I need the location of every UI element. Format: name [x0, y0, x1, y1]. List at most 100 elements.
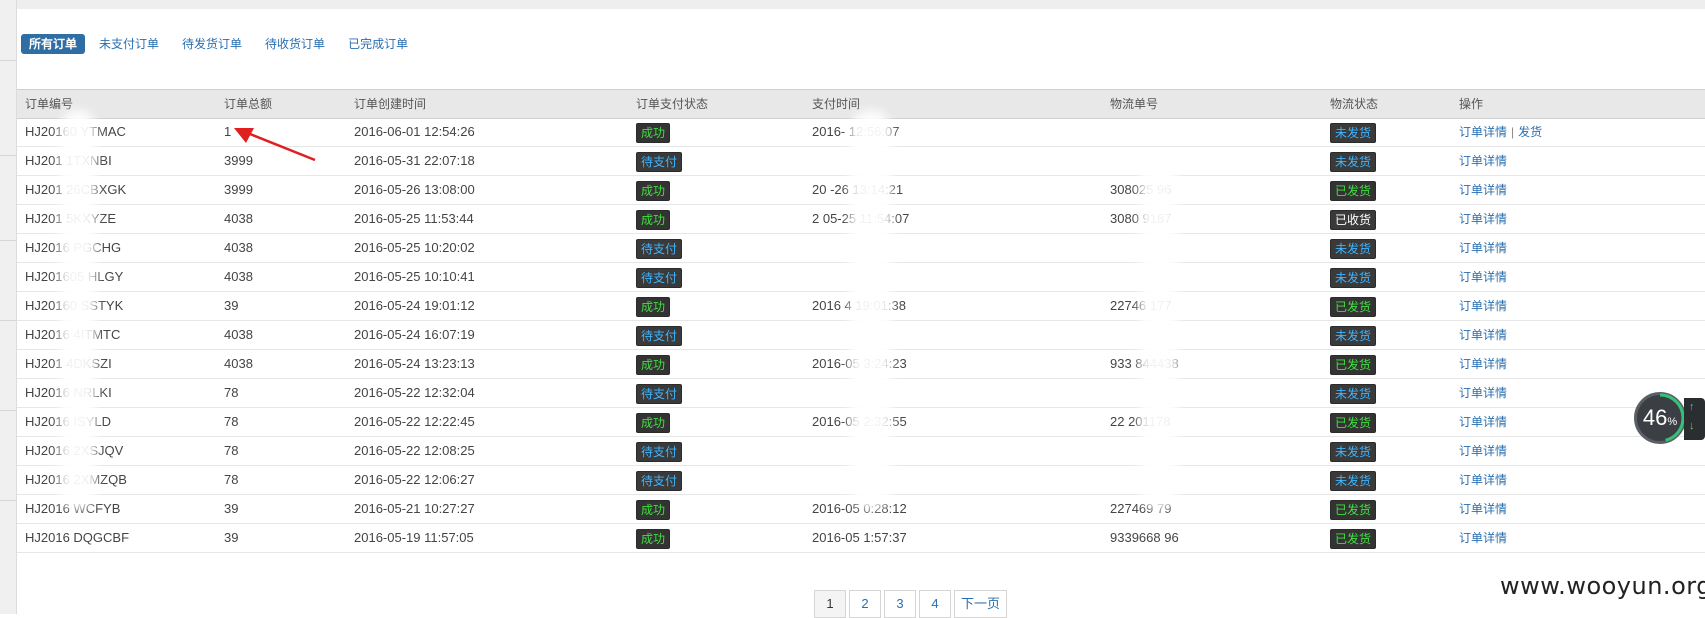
- ship-status-badge: 未发货: [1330, 267, 1377, 288]
- speed-meter-widget[interactable]: 46%: [1634, 392, 1686, 444]
- row-actions: 订单详情: [1459, 379, 1507, 407]
- network-side-panel[interactable]: ↑ ↓: [1684, 398, 1705, 440]
- pay-status-badge: 成功: [636, 296, 671, 317]
- order-detail-link[interactable]: 订单详情: [1459, 415, 1507, 429]
- upload-arrow-icon: ↑: [1689, 401, 1695, 413]
- ship-status-badge: 未发货: [1330, 383, 1377, 404]
- ship-status-badge: 已收货: [1330, 209, 1377, 230]
- ship-status-cell: 未发货: [1330, 147, 1377, 175]
- order-detail-link[interactable]: 订单详情: [1459, 531, 1507, 545]
- pay-status-badge: 成功: [636, 180, 671, 201]
- pay-status-cell: 成功: [636, 408, 671, 436]
- arrow-shaft: [239, 128, 316, 162]
- ship-status-badge: 未发货: [1330, 122, 1377, 143]
- order-detail-link[interactable]: 订单详情: [1459, 241, 1507, 255]
- col-created-time: 订单创建时间: [354, 97, 427, 111]
- order-detail-link[interactable]: 订单详情: [1459, 125, 1507, 139]
- top-strip: [17, 0, 1705, 9]
- ship-order-link[interactable]: 发货: [1518, 125, 1542, 139]
- order-amount: 78: [224, 385, 239, 400]
- created-time: 2016-05-22 12:32:04: [354, 385, 475, 400]
- order-detail-link[interactable]: 订单详情: [1459, 212, 1507, 226]
- pay-status-cell: 成功: [636, 118, 671, 146]
- created-time: 2016-05-24 16:07:19: [354, 327, 475, 342]
- ship-status-cell: 已发货: [1330, 176, 1377, 204]
- rail-divider: [0, 320, 16, 321]
- order-amount: 39: [224, 298, 239, 313]
- row-actions: 订单详情: [1459, 350, 1507, 378]
- ship-status-cell: 已收货: [1330, 205, 1377, 233]
- order-amount: 4038: [224, 240, 253, 255]
- progress-ring-arc: [1635, 393, 1685, 443]
- order-detail-link[interactable]: 订单详情: [1459, 154, 1507, 168]
- order-amount: 39: [224, 501, 239, 516]
- row-actions: 订单详情: [1459, 437, 1507, 465]
- row-actions: 订单详情: [1459, 321, 1507, 349]
- col-pay-status: 订单支付状态: [636, 97, 709, 111]
- order-filter-tabs: 所有订单 未支付订单 待发货订单 待收货订单 已完成订单: [21, 34, 422, 54]
- rail-divider: [0, 155, 16, 156]
- ship-status-badge: 未发货: [1330, 238, 1377, 259]
- order-detail-link[interactable]: 订单详情: [1459, 328, 1507, 342]
- created-time: 2016-05-25 11:53:44: [354, 211, 474, 226]
- tab-to-receive-orders[interactable]: 待收货订单: [256, 34, 334, 54]
- row-actions: 订单详情 | 发货: [1459, 118, 1542, 146]
- order-detail-link[interactable]: 订单详情: [1459, 386, 1507, 400]
- pay-status-badge: 成功: [636, 122, 671, 143]
- ship-status-badge: 未发货: [1330, 470, 1377, 491]
- row-actions: 订单详情: [1459, 147, 1507, 175]
- col-actions: 操作: [1459, 97, 1484, 111]
- order-detail-link[interactable]: 订单详情: [1459, 444, 1507, 458]
- ship-status-badge: 已发货: [1330, 528, 1377, 549]
- created-time: 2016-05-24 19:01:12: [354, 298, 475, 313]
- tab-all-orders[interactable]: 所有订单: [21, 34, 86, 54]
- tab-to-ship-orders[interactable]: 待发货订单: [173, 34, 251, 54]
- pay-status-cell: 成功: [636, 205, 671, 233]
- order-detail-link[interactable]: 订单详情: [1459, 502, 1507, 516]
- redaction-blur: [850, 110, 892, 510]
- row-actions: 订单详情: [1459, 263, 1507, 291]
- order-detail-link[interactable]: 订单详情: [1459, 299, 1507, 313]
- order-detail-link[interactable]: 订单详情: [1459, 357, 1507, 371]
- ship-status-cell: 未发货: [1330, 437, 1377, 465]
- row-actions: 订单详情: [1459, 234, 1507, 262]
- created-time: 2016-05-22 12:22:45: [354, 414, 475, 429]
- order-amount: 78: [224, 414, 239, 429]
- order-amount: 78: [224, 443, 239, 458]
- ship-status-cell: 未发货: [1330, 234, 1377, 262]
- ship-status-cell: 未发货: [1330, 379, 1377, 407]
- pay-time: 2016-05 1:57:37: [812, 530, 907, 545]
- pay-status-badge: 待支付: [636, 151, 683, 172]
- row-actions: 订单详情: [1459, 466, 1507, 494]
- order-detail-link[interactable]: 订单详情: [1459, 473, 1507, 487]
- pay-status-cell: 成功: [636, 524, 671, 552]
- order-amount: 4038: [224, 269, 253, 284]
- order-detail-link[interactable]: 订单详情: [1459, 270, 1507, 284]
- order-amount: 4038: [224, 211, 253, 226]
- col-tracking-no: 物流单号: [1110, 97, 1159, 111]
- ship-status-cell: 已发货: [1330, 350, 1377, 378]
- order-id: HJ2016 DQGCBF: [25, 530, 130, 545]
- redaction-blur: [60, 110, 96, 510]
- created-time: 2016-05-19 11:57:05: [354, 530, 474, 545]
- table-row: HJ2016 DQGCBF 39 2016-05-19 11:57:05 成功 2016…: [17, 524, 1705, 553]
- ship-status-cell: 已发货: [1330, 524, 1377, 552]
- order-detail-link[interactable]: 订单详情: [1459, 183, 1507, 197]
- red-arrow-annotation: [234, 128, 316, 162]
- ship-status-badge: 已发货: [1330, 180, 1377, 201]
- ship-status-badge: 已发货: [1330, 499, 1377, 520]
- ship-status-badge: 已发货: [1330, 354, 1377, 375]
- col-order-amount: 订单总额: [224, 97, 273, 111]
- tab-unpaid-orders[interactable]: 未支付订单: [90, 34, 168, 54]
- ship-status-cell: 未发货: [1330, 118, 1377, 146]
- pay-status-badge: 待支付: [636, 325, 683, 346]
- ship-status-badge: 已发货: [1330, 412, 1377, 433]
- ship-status-cell: 已发货: [1330, 408, 1377, 436]
- pay-status-badge: 待支付: [636, 470, 683, 491]
- pay-status-cell: 待支付: [636, 234, 683, 262]
- ship-status-badge: 已发货: [1330, 296, 1377, 317]
- tab-completed-orders[interactable]: 已完成订单: [339, 34, 417, 54]
- rail-divider: [0, 410, 16, 411]
- pay-status-cell: 待支付: [636, 147, 683, 175]
- pay-status-cell: 待支付: [636, 321, 683, 349]
